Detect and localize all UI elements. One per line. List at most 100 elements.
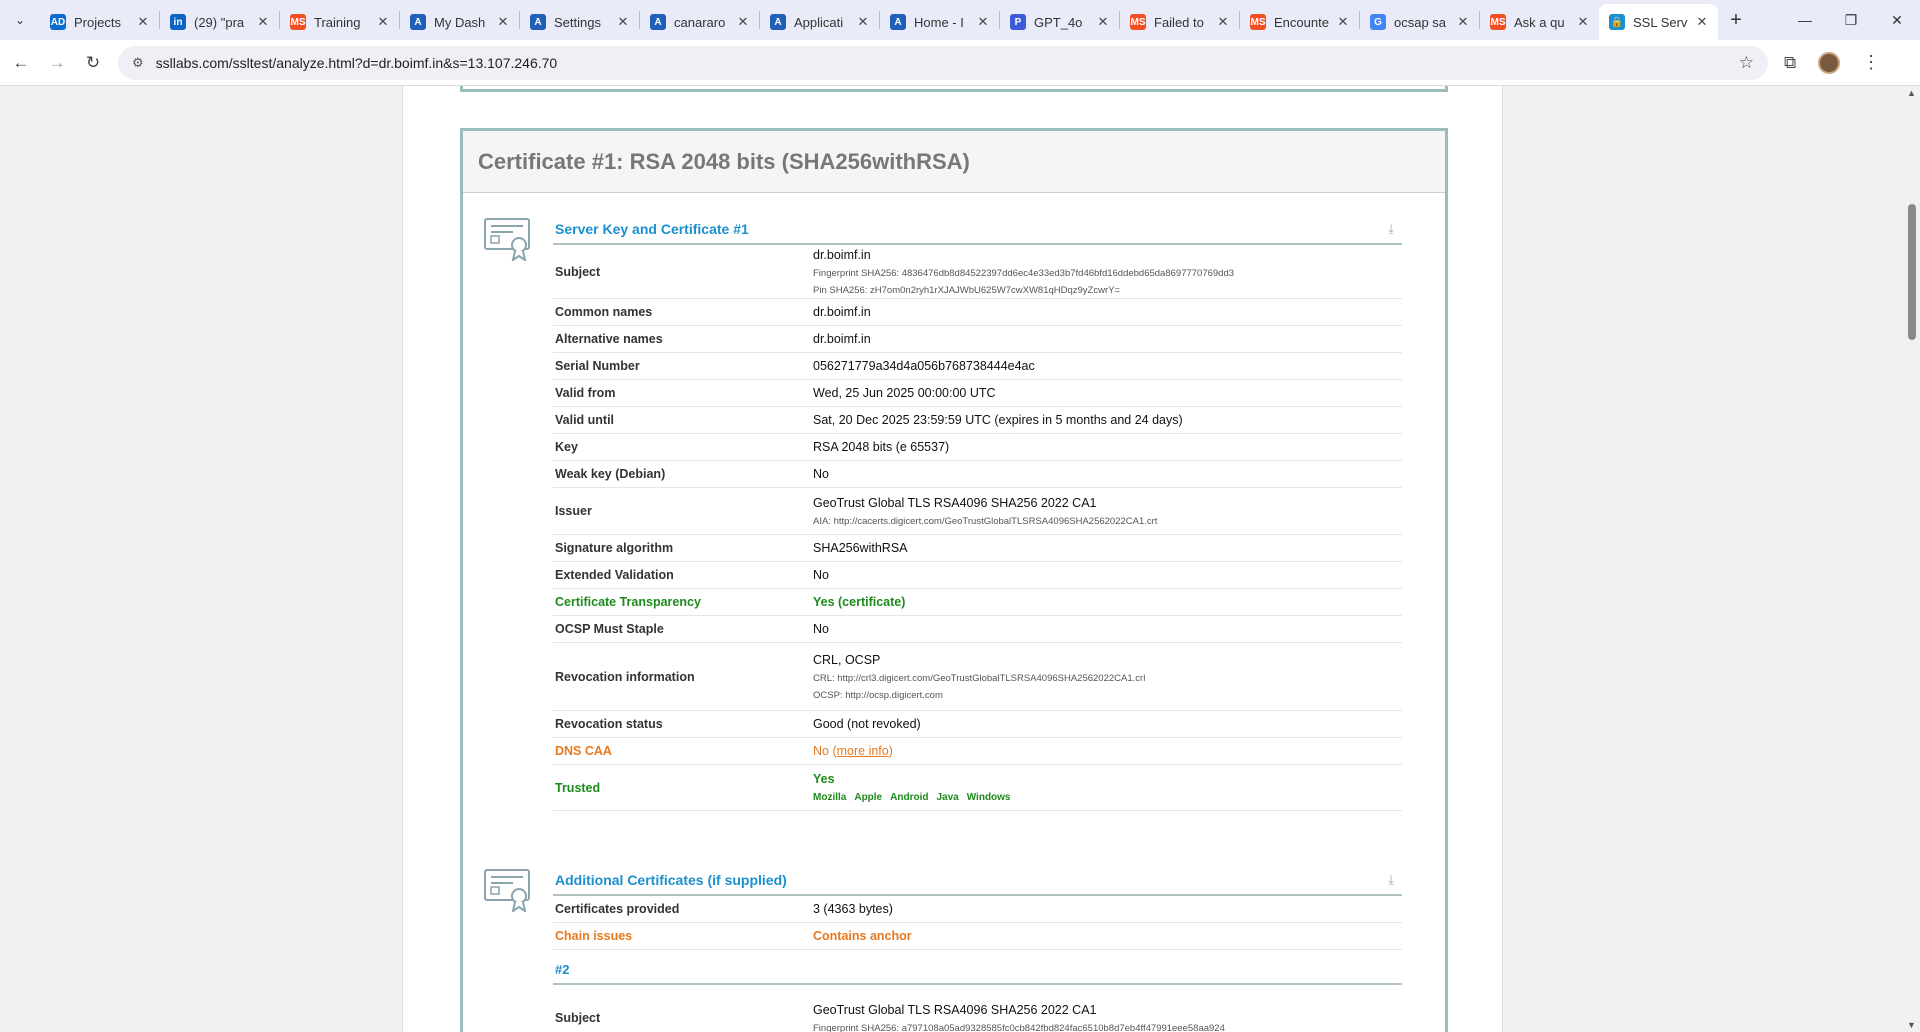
- tab-list: AD Projects ✕ in (29) "pra ✕ MS Training ✕ A My Da…: [40, 0, 1718, 40]
- tab-favicon-icon: in: [170, 14, 186, 30]
- toolbar: ← → ↻ ⚙ ssllabs.com/ssltest/analyze.html…: [0, 40, 1920, 86]
- tab-favicon-icon: A: [530, 14, 546, 30]
- row-valid-from: Valid from Wed, 25 Jun 2025 00:00:00 UTC: [553, 380, 1402, 407]
- platform-java[interactable]: Java: [936, 792, 958, 803]
- tab-label: Applicati: [794, 14, 844, 30]
- site-info-icon[interactable]: ⚙: [132, 55, 144, 71]
- row-serial-number: Serial Number 056271779a34d4a056b7687384…: [553, 353, 1402, 380]
- browser-tab[interactable]: A Applicati ✕: [760, 6, 879, 38]
- row-key: Key RSA 2048 bits (e 65537): [553, 434, 1402, 461]
- row-valid-until: Valid until Sat, 20 Dec 2025 23:59:59 UT…: [553, 407, 1402, 434]
- certificate-block: Certificate #1: RSA 2048 bits (SHA256wit…: [460, 128, 1448, 1032]
- tab-close-icon[interactable]: ✕: [1455, 14, 1471, 30]
- tab-favicon-icon: A: [410, 14, 426, 30]
- menu-icon[interactable]: ⋮: [1862, 52, 1880, 73]
- browser-tab[interactable]: MS Training ✕: [280, 6, 399, 38]
- tab-label: Projects: [74, 14, 121, 30]
- browser-tab[interactable]: P GPT_4o ✕: [1000, 6, 1119, 38]
- more-info-link[interactable]: more info: [837, 744, 889, 758]
- tab-close-icon[interactable]: ✕: [375, 14, 391, 30]
- tab-label: ocsap sa: [1394, 14, 1447, 30]
- tab-close-icon[interactable]: ✕: [1335, 14, 1351, 30]
- row-extended-validation: Extended Validation No: [553, 562, 1402, 589]
- forward-button[interactable]: →: [42, 48, 72, 78]
- download-icon[interactable]: ⤓: [1388, 221, 1394, 237]
- extensions-icon[interactable]: ⧉: [1784, 53, 1796, 73]
- tab-close-icon[interactable]: ✕: [855, 14, 871, 30]
- tab-favicon-icon: AD: [50, 14, 66, 30]
- reload-icon: ↻: [85, 52, 101, 72]
- server-key-title: Server Key and Certificate #1: [555, 221, 749, 237]
- row-subject: Subject dr.boimf.in Fingerprint SHA256: 4…: [553, 245, 1402, 299]
- row-dns-caa: DNS CAA No (more info): [553, 738, 1402, 765]
- tab-label: canararo: [674, 14, 726, 30]
- browser-tab[interactable]: Gocsap sa ✕: [1360, 6, 1479, 38]
- row-alternative-names: Alternative names dr.boimf.in: [553, 326, 1402, 353]
- browser-tab[interactable]: A My Dash ✕: [400, 6, 519, 38]
- restore-button[interactable]: ❐: [1828, 0, 1874, 40]
- scroll-thumb[interactable]: [1908, 204, 1916, 340]
- report-page: Certificate #1: RSA 2048 bits (SHA256wit…: [402, 86, 1503, 1032]
- tab-close-icon[interactable]: ✕: [1215, 14, 1231, 30]
- platform-apple[interactable]: Apple: [854, 792, 882, 803]
- tab-favicon-icon: G: [1370, 14, 1386, 30]
- server-key-header: Server Key and Certificate #1 ⤓: [553, 215, 1402, 245]
- tab-favicon-icon: P: [1010, 14, 1026, 30]
- platform-mozilla[interactable]: Mozilla: [813, 792, 846, 803]
- new-tab-button[interactable]: +: [1718, 9, 1754, 32]
- download-icon[interactable]: ⤓: [1388, 872, 1394, 888]
- browser-tab[interactable]: 🔒 SSL Serv ✕: [1599, 4, 1718, 40]
- plus-icon: +: [1730, 8, 1742, 31]
- tab-favicon-icon: MS: [1490, 14, 1506, 30]
- tab-label: My Dash: [434, 14, 486, 30]
- tab-close-icon[interactable]: ✕: [615, 14, 631, 30]
- tab-close-icon[interactable]: ✕: [495, 14, 511, 30]
- tab-close-icon[interactable]: ✕: [735, 14, 751, 30]
- tab-label: Training: [314, 14, 361, 30]
- browser-tab[interactable]: Acanararo ✕: [640, 6, 759, 38]
- avatar[interactable]: [1818, 51, 1841, 74]
- row-common-names: Common names dr.boimf.in: [553, 299, 1402, 326]
- tab-label: GPT_4o: [1034, 14, 1083, 30]
- browser-tab[interactable]: A Home - I ✕: [880, 6, 999, 38]
- row-weak-key: Weak key (Debian) No: [553, 461, 1402, 488]
- reload-button[interactable]: ↻: [78, 48, 108, 78]
- minimize-button[interactable]: —: [1782, 0, 1828, 40]
- tab-close-icon[interactable]: ✕: [975, 14, 991, 30]
- browser-tab[interactable]: AD Projects ✕: [40, 6, 159, 38]
- close-window-button[interactable]: ✕: [1874, 0, 1920, 40]
- browser-tab[interactable]: MS Failed to ✕: [1120, 6, 1239, 38]
- platform-android[interactable]: Android: [890, 792, 928, 803]
- trust-platforms: Mozilla Apple Android Java Windows: [813, 792, 1402, 803]
- back-button[interactable]: ←: [6, 48, 36, 78]
- browser-tab[interactable]: MS Encounte ✕: [1240, 6, 1359, 38]
- tab-favicon-icon: 🔒: [1609, 14, 1625, 30]
- row-subject-2: Subject GeoTrust Global TLS RSA4096 SHA2…: [555, 1002, 1225, 1032]
- browser-tab[interactable]: A Settings ✕: [520, 6, 639, 38]
- tab-close-icon[interactable]: ✕: [1095, 14, 1111, 30]
- tab-close-icon[interactable]: ✕: [1694, 14, 1710, 30]
- window-controls: — ❐ ✕: [1782, 0, 1920, 40]
- platform-windows[interactable]: Windows: [967, 792, 1011, 803]
- tab-close-icon[interactable]: ✕: [1575, 14, 1591, 30]
- tab-label: SSL Serv: [1633, 14, 1688, 30]
- tab-close-icon[interactable]: ✕: [255, 14, 271, 30]
- scroll-up-icon[interactable]: ▲: [1907, 88, 1916, 98]
- bookmark-star-icon[interactable]: ☆: [1739, 53, 1754, 73]
- row-certificate-transparency: Certificate Transparency Yes (certificat…: [553, 589, 1402, 616]
- browser-tab[interactable]: MS Ask a qu ✕: [1480, 6, 1599, 38]
- tab-favicon-icon: MS: [1250, 14, 1266, 30]
- row-revocation-information: Revocation information CRL, OCSP CRL: htt…: [553, 643, 1402, 711]
- additional-certs-title: Additional Certificates (if supplied): [555, 872, 787, 888]
- address-bar[interactable]: ⚙ ssllabs.com/ssltest/analyze.html?d=dr.…: [118, 45, 1768, 80]
- scroll-down-icon[interactable]: ▼: [1907, 1020, 1916, 1030]
- tab-search-button[interactable]: ⌄: [0, 0, 40, 40]
- tab-strip: ⌄ AD Projects ✕ in (29) "pra ✕ MS Training ✕ A My …: [0, 0, 1920, 40]
- tab-favicon-icon: A: [770, 14, 786, 30]
- tab-close-icon[interactable]: ✕: [135, 14, 151, 30]
- chevron-down-icon: ⌄: [14, 13, 26, 27]
- previous-section-border: [460, 86, 1448, 92]
- page-scrollbar[interactable]: ▲ ▼: [1904, 86, 1920, 1032]
- browser-tab[interactable]: in (29) "pra ✕: [160, 6, 279, 38]
- tab-label: Settings: [554, 14, 601, 30]
